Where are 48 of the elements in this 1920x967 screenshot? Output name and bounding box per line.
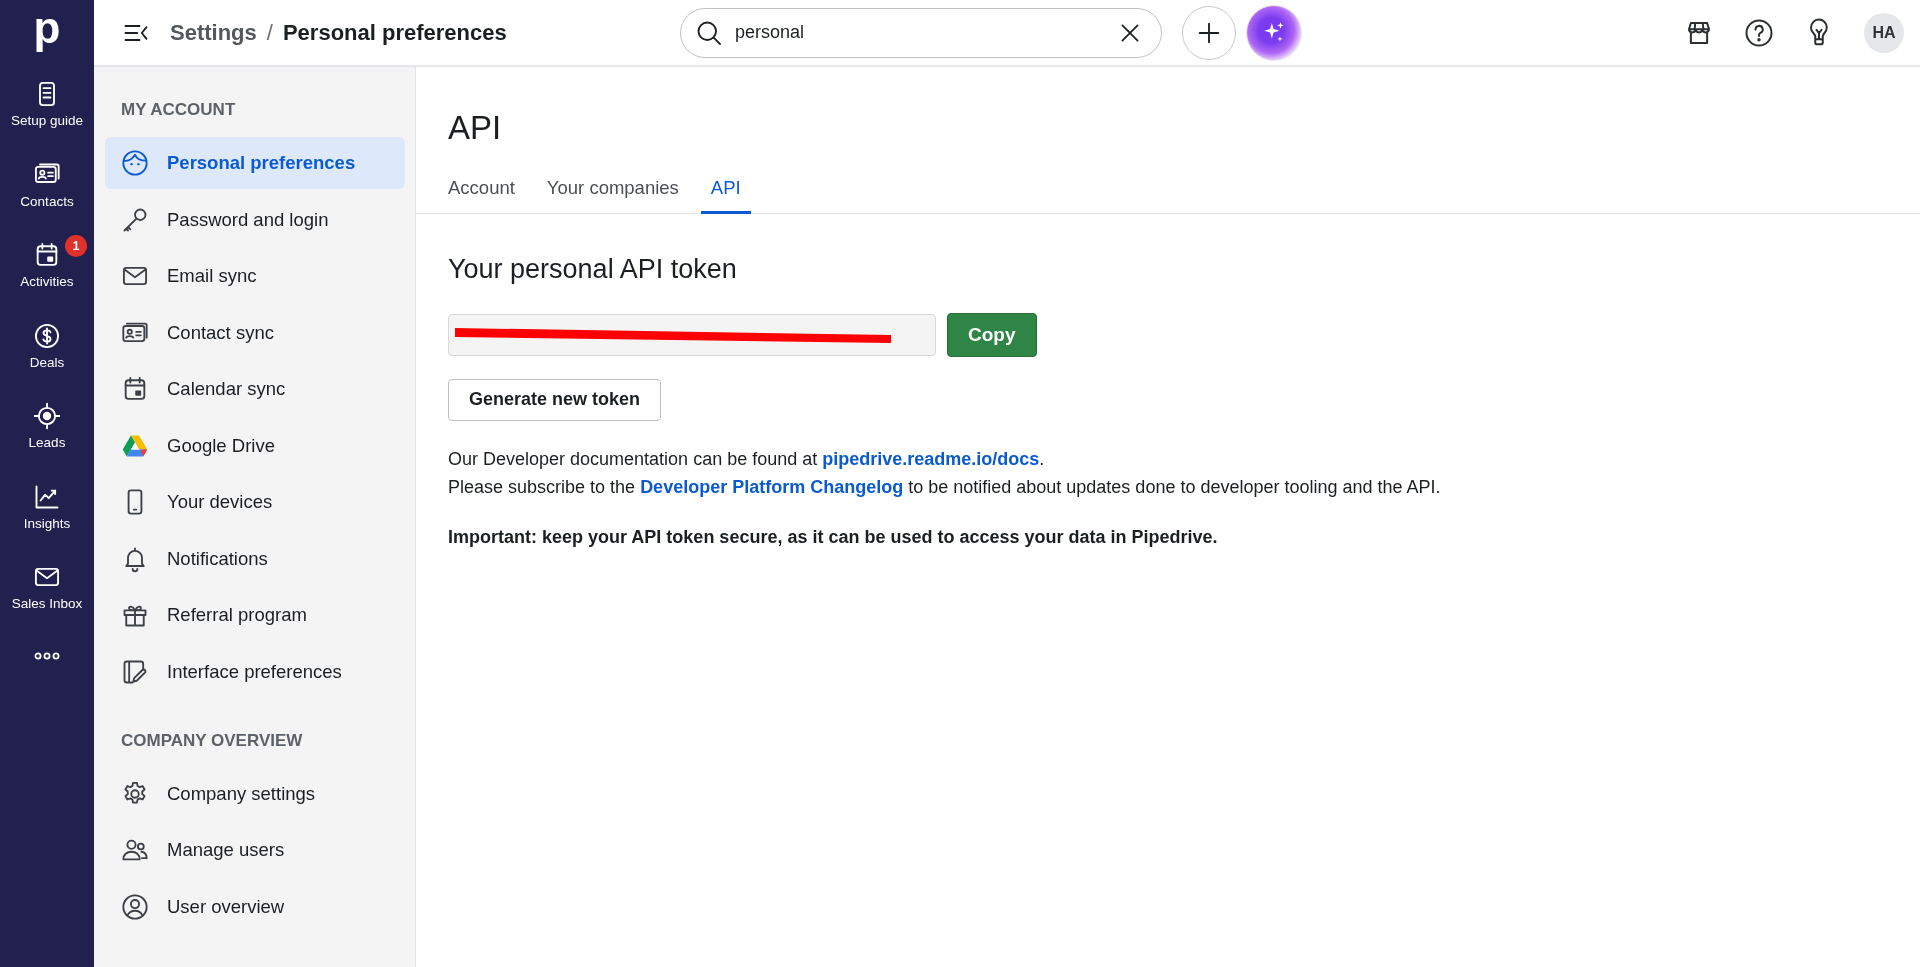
breadcrumb-link[interactable]: Settings bbox=[170, 19, 257, 46]
token-field[interactable] bbox=[448, 313, 936, 356]
nav-label[interactable]: Insights bbox=[23, 515, 71, 531]
more-icon[interactable] bbox=[34, 651, 60, 660]
sidebar-item[interactable]: User overview bbox=[105, 880, 405, 933]
page-title: Personal preferences bbox=[282, 19, 507, 46]
user-avatar[interactable]: HA bbox=[1864, 12, 1904, 53]
nav-label[interactable]: Deals bbox=[29, 354, 65, 370]
docs-link[interactable]: pipedrive.readme.io/docs bbox=[822, 448, 1040, 469]
section-heading: Your personal API token bbox=[448, 253, 738, 285]
breadcrumb-separator: / bbox=[266, 19, 273, 46]
warning-text: Important: keep your API token secure, as it can be used to access your data in Pipedrive. bbox=[448, 525, 1219, 549]
info-text: Please subscribe to the Developer Platform Changelog to be notified about updates done to developer tooling and the API. bbox=[448, 475, 1442, 499]
sidebar-item[interactable]: Contact sync bbox=[105, 306, 405, 359]
user-circle-icon bbox=[121, 892, 149, 921]
sidebar-item[interactable]: Referral program bbox=[105, 589, 405, 641]
tab[interactable]: Your companies bbox=[536, 167, 689, 214]
target-icon[interactable] bbox=[33, 402, 61, 430]
sidebar-item[interactable]: Interface preferences bbox=[105, 645, 405, 698]
sidebar-item[interactable]: Manage users bbox=[105, 824, 405, 876]
nav-label[interactable]: Contacts bbox=[20, 193, 74, 209]
nav-label[interactable]: Setup guide bbox=[10, 113, 84, 128]
page-heading: API bbox=[447, 108, 503, 148]
dollar-icon[interactable] bbox=[33, 321, 61, 350]
sidebar-item[interactable]: Company settings bbox=[105, 767, 405, 820]
logo[interactable]: p bbox=[33, 6, 61, 52]
help-icon[interactable] bbox=[1744, 17, 1774, 48]
info-text: Our Developer documentation can be found at pipedrive.readme.io/docs. bbox=[448, 447, 1046, 471]
tab[interactable]: Account bbox=[438, 167, 525, 214]
nav-label[interactable]: Sales Inbox bbox=[11, 596, 83, 611]
sidebar-item[interactable]: Notifications bbox=[105, 532, 405, 585]
copy-button[interactable]: Copy bbox=[947, 312, 1037, 357]
face-icon bbox=[121, 149, 149, 177]
count-badge: 1 bbox=[65, 235, 87, 257]
sidebar-item[interactable]: Google Drive bbox=[105, 419, 405, 472]
sidebar-item[interactable]: Password and login bbox=[105, 193, 405, 246]
search-field[interactable]: personal bbox=[680, 7, 1162, 58]
sidebar-item[interactable]: Calendar sync bbox=[105, 363, 405, 415]
generate-token-button[interactable]: Generate new token bbox=[448, 378, 662, 421]
changelog-link[interactable]: Developer Platform Changelog bbox=[640, 476, 904, 497]
section-heading: COMPANY OVERVIEW bbox=[121, 730, 304, 752]
sidebar-item[interactable]: Personal preferences bbox=[105, 137, 405, 189]
nav-label[interactable]: Activities bbox=[20, 274, 74, 289]
nav-label[interactable]: Leads bbox=[28, 435, 66, 450]
sidebar-item[interactable]: Email sync bbox=[105, 250, 405, 302]
sidebar-item[interactable]: Your devices bbox=[105, 476, 405, 528]
tab[interactable]: API bbox=[700, 167, 751, 214]
section-heading: MY ACCOUNT bbox=[121, 100, 237, 121]
